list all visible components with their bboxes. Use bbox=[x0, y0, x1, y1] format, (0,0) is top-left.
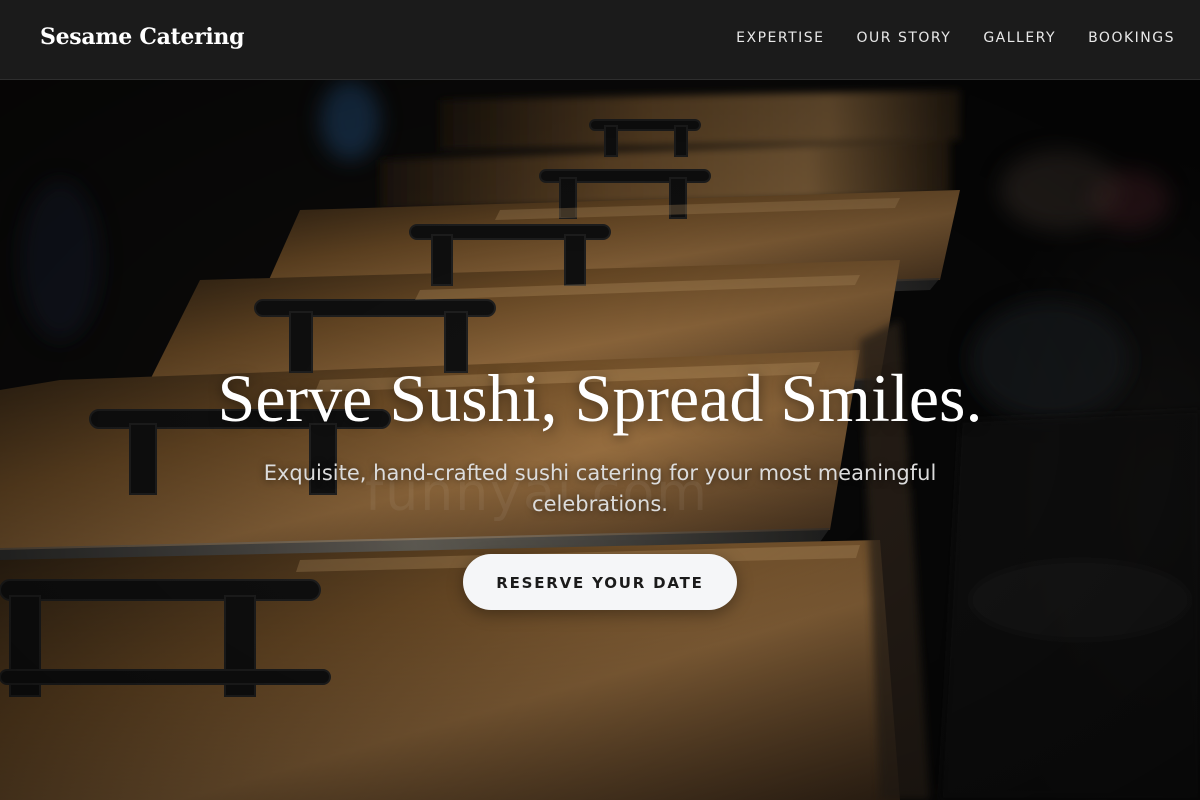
nav-link-our-story[interactable]: OUR STORY bbox=[857, 30, 952, 46]
hero-content: Serve Sushi, Spread Smiles. Exquisite, h… bbox=[0, 360, 1200, 610]
nav-link-bookings[interactable]: BOOKINGS bbox=[1088, 30, 1175, 46]
page: Sesame Catering EXPERTISE OUR STORY GALL… bbox=[0, 0, 1200, 800]
nav-link-expertise[interactable]: EXPERTISE bbox=[736, 30, 824, 46]
brand-logo[interactable]: Sesame Catering bbox=[40, 24, 245, 50]
main-nav: EXPERTISE OUR STORY GALLERY BOOKINGS bbox=[736, 30, 1175, 46]
hero-subtitle: Exquisite, hand-crafted sushi catering f… bbox=[263, 461, 937, 516]
nav-link-gallery[interactable]: GALLERY bbox=[983, 30, 1056, 46]
navbar: Sesame Catering EXPERTISE OUR STORY GALL… bbox=[0, 0, 1200, 80]
hero-title: Serve Sushi, Spread Smiles. bbox=[217, 360, 983, 436]
reserve-date-button[interactable]: RESERVE YOUR DATE bbox=[463, 554, 737, 610]
hero-section: funnyai.com Serve Sushi, Spread Smiles. … bbox=[0, 80, 1200, 800]
